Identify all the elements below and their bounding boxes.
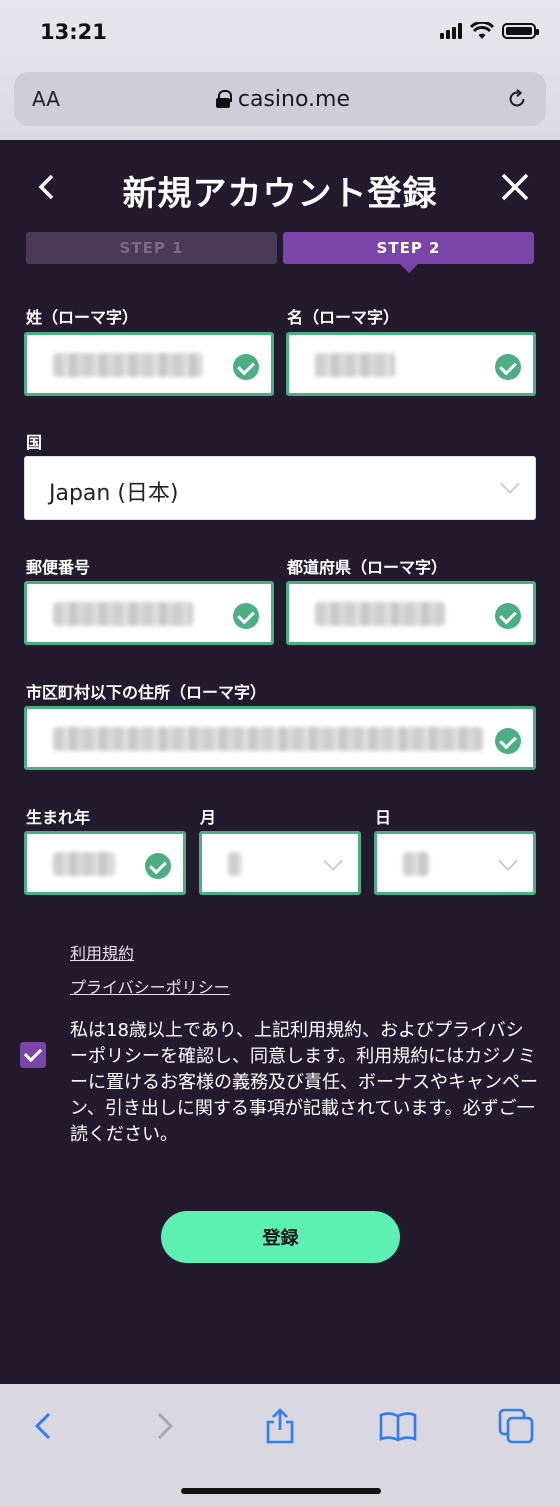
lock-icon	[215, 90, 232, 108]
birth-day-select[interactable]	[374, 831, 536, 895]
valid-check-icon	[495, 354, 521, 380]
url-display[interactable]: casino.me	[215, 86, 351, 112]
step-1: STEP 1	[26, 232, 277, 264]
close-icon[interactable]	[498, 170, 532, 204]
first-name-label: 名（ローマ字）	[287, 308, 400, 327]
last-name-label: 姓（ローマ字）	[26, 308, 139, 327]
page-title: 新規アカウント登録	[122, 174, 438, 214]
share-icon[interactable]	[260, 1406, 300, 1446]
blurred-value	[53, 852, 115, 876]
address-bar[interactable]: AA casino.me	[14, 72, 546, 126]
blurred-value	[403, 852, 429, 876]
birth-month-select[interactable]	[199, 831, 361, 895]
page-header: 新規アカウント登録	[0, 150, 560, 228]
valid-check-icon	[233, 603, 259, 629]
status-icons	[440, 22, 539, 40]
blurred-value	[53, 727, 483, 751]
birth-day-label: 日	[375, 808, 392, 827]
blurred-value	[315, 353, 395, 377]
prefecture-label: 都道府県（ローマ字）	[287, 558, 448, 577]
forward-icon[interactable]	[144, 1406, 184, 1446]
valid-check-icon	[495, 728, 521, 754]
tabs-icon[interactable]	[496, 1406, 536, 1446]
step-2: STEP 2	[283, 232, 534, 273]
reload-icon[interactable]	[506, 88, 528, 110]
first-name-field[interactable]	[286, 332, 536, 396]
text-size-button[interactable]: AA	[32, 87, 60, 111]
status-time: 13:21	[40, 20, 107, 44]
country-value: Japan (日本)	[49, 481, 179, 506]
chevron-down-icon	[498, 851, 518, 871]
prefecture-field[interactable]	[286, 581, 536, 645]
privacy-link[interactable]: プライバシーポリシー	[70, 974, 230, 998]
address-field[interactable]	[24, 706, 536, 770]
address-label: 市区町村以下の住所（ローマ字）	[26, 683, 267, 702]
agree-checkbox[interactable]	[20, 1042, 46, 1068]
birth-month-label: 月	[200, 808, 217, 827]
postal-code-field[interactable]	[24, 581, 274, 645]
step-indicator: STEP 1 STEP 2	[26, 232, 534, 273]
back-icon[interactable]	[24, 1406, 64, 1446]
last-name-field[interactable]	[24, 332, 274, 396]
wifi-icon	[470, 22, 494, 39]
country-select[interactable]: Japan (日本)	[24, 456, 536, 520]
browser-chrome: 13:21 AA casino.me	[0, 0, 560, 140]
bookmarks-icon[interactable]	[378, 1406, 418, 1446]
register-button[interactable]: 登録	[161, 1211, 400, 1263]
postal-label: 郵便番号	[26, 558, 91, 577]
home-indicator	[181, 1488, 381, 1494]
blurred-value	[315, 602, 445, 626]
country-label: 国	[26, 433, 43, 452]
birth-year-field[interactable]	[24, 831, 186, 895]
agreement-text: 私は18歳以上であり、上記利用規約、およびプライバシーポリシーを確認し、同意しま…	[70, 1020, 538, 1145]
battery-icon	[502, 23, 539, 39]
blurred-value	[53, 353, 203, 377]
birth-year-label: 生まれ年	[26, 808, 91, 827]
valid-check-icon	[145, 853, 171, 879]
signal-icon	[440, 23, 462, 39]
chevron-down-icon	[500, 474, 520, 494]
valid-check-icon	[233, 354, 259, 380]
terms-link[interactable]: 利用規約	[70, 940, 134, 964]
chevron-down-icon	[323, 851, 343, 871]
url-text: casino.me	[237, 86, 351, 112]
blurred-value	[228, 852, 242, 876]
valid-check-icon	[495, 603, 521, 629]
blurred-value	[53, 602, 193, 626]
